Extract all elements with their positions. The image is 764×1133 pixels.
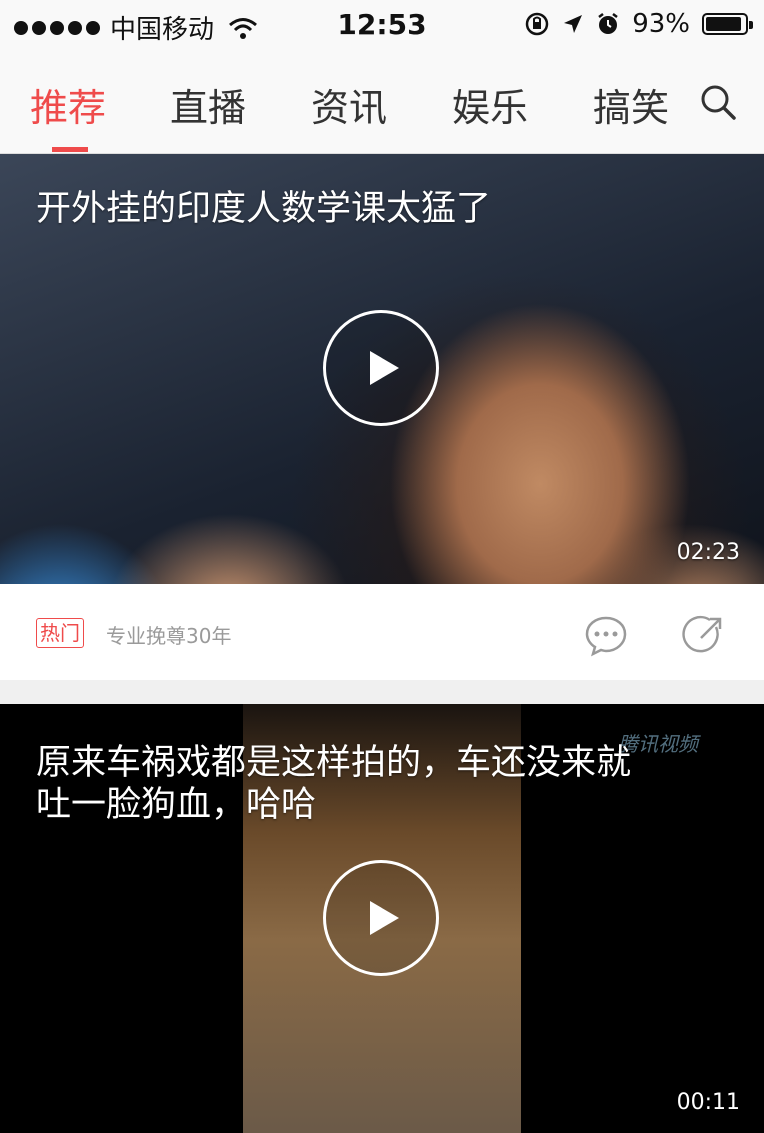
rotation-lock-icon — [525, 12, 549, 36]
card-separator — [0, 680, 764, 704]
battery-icon — [702, 13, 753, 35]
location-arrow-icon — [564, 15, 583, 33]
comment-icon[interactable] — [584, 613, 628, 657]
video-duration: 00:11 — [676, 1090, 740, 1115]
video-meta-row: 热门 专业挽尊30年 — [0, 585, 764, 679]
battery-percent: 93% — [632, 9, 690, 39]
video-title: 原来车祸戏都是这样拍的，车还没来就 吐一脸狗血，哈哈 — [36, 742, 726, 826]
play-button[interactable] — [323, 860, 439, 976]
video-source[interactable]: 专业挽尊30年 — [106, 620, 231, 649]
status-bar: 中国移动 12:53 93% — [0, 0, 764, 50]
tab-recommend[interactable]: 推荐 — [30, 77, 106, 132]
video-title: 开外挂的印度人数学课太猛了 — [36, 189, 492, 229]
video-title-line-2: 吐一脸狗血，哈哈 — [36, 785, 317, 825]
play-icon — [370, 901, 399, 935]
alarm-icon — [598, 13, 618, 34]
play-button[interactable] — [323, 310, 439, 426]
video-duration: 02:23 — [676, 540, 740, 565]
play-icon — [370, 351, 399, 385]
video-card: 开外挂的印度人数学课太猛了 02:23 热门 专业挽尊30年 — [0, 154, 764, 680]
search-icon[interactable] — [698, 82, 738, 122]
category-tab-bar: 推荐 直播 资讯 娱乐 搞笑 — [0, 50, 764, 154]
battery-fill — [706, 17, 742, 31]
active-tab-indicator — [52, 147, 88, 152]
video-card: 腾讯视频 原来车祸戏都是这样拍的，车还没来就 吐一脸狗血，哈哈 00:11 — [0, 704, 764, 1133]
status-right: 93% — [524, 9, 753, 39]
tab-funny[interactable]: 搞笑 — [593, 77, 669, 132]
share-icon[interactable] — [682, 613, 726, 657]
tab-live[interactable]: 直播 — [170, 77, 246, 132]
video-title-line-1: 原来车祸戏都是这样拍的，车还没来就 — [36, 743, 632, 783]
video-thumbnail[interactable]: 开外挂的印度人数学课太猛了 02:23 — [0, 154, 764, 584]
hot-badge: 热门 — [36, 618, 84, 648]
tab-news[interactable]: 资讯 — [311, 77, 387, 132]
tab-entertainment[interactable]: 娱乐 — [452, 77, 528, 132]
video-thumbnail[interactable]: 腾讯视频 原来车祸戏都是这样拍的，车还没来就 吐一脸狗血，哈哈 00:11 — [0, 704, 764, 1133]
